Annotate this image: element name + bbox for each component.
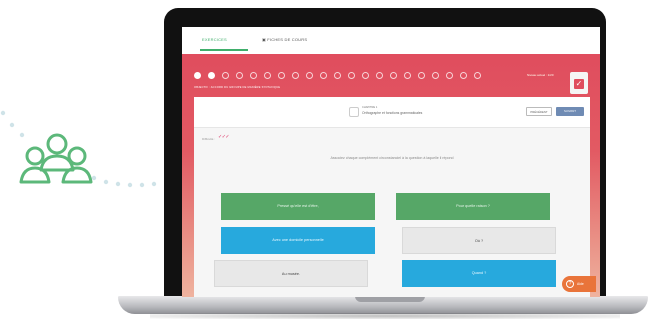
answer-tile[interactable]: Pressé qu'elle est d'être, (221, 193, 375, 220)
progress-step[interactable] (264, 72, 271, 79)
progress-step[interactable] (390, 72, 397, 79)
difficulty-label: Difficulté : (202, 137, 216, 141)
progress-step[interactable] (236, 72, 243, 79)
progress-step[interactable] (418, 72, 425, 79)
progress-step[interactable] (446, 72, 453, 79)
top-tab-bar: EXERCICES ▣ FICHES DE COURS (182, 27, 600, 54)
card-header: CHAPITRE 1 Orthographe et fonctions gram… (194, 97, 590, 128)
tab-exercices[interactable]: EXERCICES (202, 37, 227, 42)
progress-step[interactable] (404, 72, 411, 79)
level-indicator: Niveau actuel : 1/20 (527, 73, 554, 77)
chapter-name: Orthographe et fonctions grammaticales (362, 111, 423, 115)
progress-step[interactable] (292, 72, 299, 79)
chapter-icon (349, 107, 359, 117)
progress-step[interactable] (348, 72, 355, 79)
chapter-label: CHAPITRE 1 (362, 106, 378, 109)
next-button[interactable]: SUIVANT (556, 107, 584, 116)
laptop-shadow (150, 313, 620, 319)
progress-step[interactable] (460, 72, 467, 79)
progress-step[interactable] (306, 72, 313, 79)
answer-tile[interactable]: Avec une domicile personnelle (221, 227, 375, 254)
previous-button[interactable]: PRÉCÉDENT (526, 107, 552, 116)
answer-tile[interactable]: Pour quelle raison ? (396, 193, 550, 220)
answer-tile[interactable]: Quand ? (402, 260, 556, 287)
progress-step[interactable] (320, 72, 327, 79)
instruction-text: Associez chaque complément circonstancie… (330, 156, 454, 160)
progress-step[interactable] (222, 72, 229, 79)
tab-fiches-label: FICHES DE COURS (267, 37, 308, 42)
laptop-screen: EXERCICES ▣ FICHES DE COURS Niveau actue… (182, 27, 600, 297)
answer-tile[interactable]: Où ? (402, 227, 556, 254)
progress-step[interactable] (250, 72, 257, 79)
check-icon: ✓ (574, 79, 584, 89)
progress-step[interactable] (194, 72, 201, 79)
answer-tile[interactable]: Au musée. (214, 260, 368, 287)
tab-fiches-de-cours[interactable]: ▣ FICHES DE COURS (262, 37, 307, 42)
help-icon: ? (566, 280, 574, 288)
people-group-icon (19, 133, 93, 184)
active-tab-indicator (200, 49, 248, 51)
exercise-card: CHAPITRE 1 Orthographe et fonctions gram… (194, 97, 590, 297)
progress-step[interactable] (432, 72, 439, 79)
progress-step[interactable] (362, 72, 369, 79)
help-button[interactable]: ? Aide (562, 276, 596, 292)
progress-step[interactable] (208, 72, 215, 79)
progress-step[interactable] (334, 72, 341, 79)
progress-step[interactable] (376, 72, 383, 79)
difficulty-marks: ✓✓✓ (218, 134, 230, 140)
progress-step[interactable] (474, 72, 481, 79)
help-label: Aide (577, 282, 584, 286)
objective-text: OBJECTIF : ACCORD DU GROUPE DE MANIÈRE S… (194, 86, 281, 89)
progress-step[interactable] (278, 72, 285, 79)
